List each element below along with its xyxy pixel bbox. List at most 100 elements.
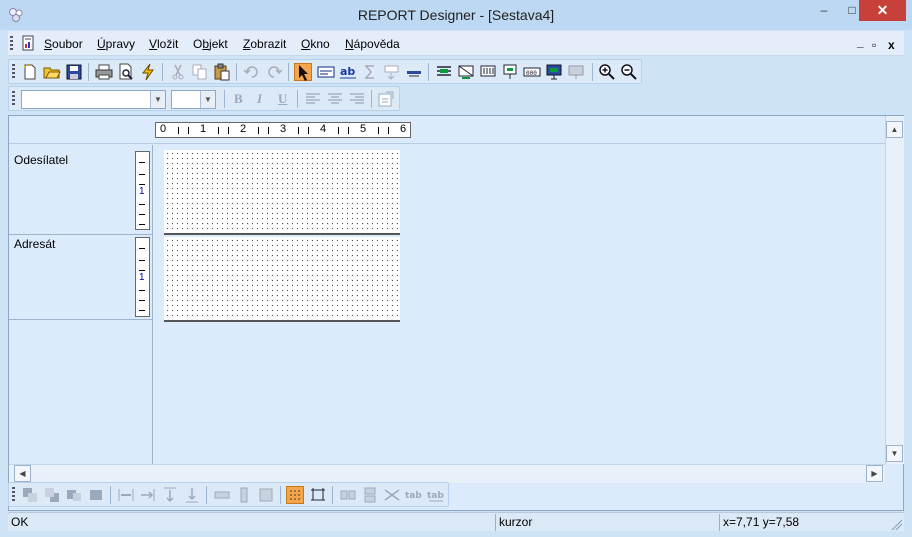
band-label: Odesílatel [14,153,69,167]
sum-icon[interactable] [361,63,379,81]
toolbar-grip[interactable] [12,64,15,80]
font-name-combo[interactable]: ▼ [21,90,166,109]
snap-icon[interactable] [309,486,327,504]
zoom-in-icon[interactable] [598,63,616,81]
band-detail-icon[interactable] [479,63,497,81]
menu-okno[interactable]: Okno [301,37,330,51]
menu-upravy[interactable]: Úpravy [97,37,135,51]
print-preview-icon[interactable] [117,63,135,81]
space-horiz-icon[interactable] [117,486,135,504]
band-canvas-adresat[interactable] [164,237,400,322]
band-footer-icon[interactable] [501,63,519,81]
toolbar-separator [88,63,89,81]
field-icon[interactable] [317,63,335,81]
horizontal-ruler: 0 1 2 3 4 5 6 [155,122,411,138]
font-size-combo[interactable]: ▼ [171,90,216,109]
underline-button[interactable]: U [278,91,287,107]
save-icon[interactable] [65,63,83,81]
align-center-icon[interactable] [326,90,344,108]
text-ab-icon[interactable]: ab [339,63,357,81]
center-vert-icon[interactable] [361,486,379,504]
size-width-icon[interactable] [213,486,231,504]
send-back-icon[interactable] [43,486,61,504]
redo-icon[interactable] [265,63,283,81]
scroll-down-button[interactable]: ▼ [886,445,903,462]
chevron-down-icon[interactable]: ▼ [150,91,165,108]
band-row-odesilatel[interactable]: Odesílatel 1 [9,145,153,235]
tab-order2-icon[interactable]: tab [427,486,445,504]
toolbar-grip[interactable] [12,91,15,107]
band-group-icon[interactable] [457,63,475,81]
resize-grip[interactable] [890,518,902,530]
close-button[interactable]: ✕ [859,0,906,21]
cut-icon[interactable] [169,63,187,81]
document-menu-icon[interactable] [20,35,36,51]
menu-napoveda[interactable]: Nápověda [345,37,400,51]
italic-button[interactable]: I [257,91,262,107]
zoom-out-icon[interactable] [620,63,638,81]
vertical-ruler: 1 [135,237,150,317]
ruler-tick [178,127,179,134]
band-summary-icon[interactable]: 000 [523,63,541,81]
undo-icon[interactable] [243,63,261,81]
band-row-adresat[interactable]: Adresát 1 [9,235,153,320]
pointer-icon[interactable] [294,63,312,81]
minimize-button[interactable]: – [810,0,838,21]
size-both-icon[interactable] [257,486,275,504]
ruler-label: 4 [320,123,327,135]
bold-button[interactable]: B [234,91,243,107]
spread-icon[interactable] [383,486,401,504]
print-icon[interactable] [95,63,113,81]
space-vert2-icon[interactable] [183,486,201,504]
align-group2-icon[interactable] [87,486,105,504]
mdi-restore-button[interactable]: ▫ [872,38,876,52]
menu-accel: Ú [97,37,106,51]
line-icon[interactable] [405,63,423,81]
mdi-minimize-button[interactable]: _ [857,35,864,49]
band-list: Odesílatel 1 Adresát 1 [9,145,153,464]
menu-objekt[interactable]: Objekt [193,37,228,51]
open-folder-icon[interactable] [43,63,61,81]
new-document-icon[interactable] [21,63,39,81]
band-end-icon[interactable] [567,63,585,81]
scroll-up-button[interactable]: ▲ [886,121,903,138]
function-icon[interactable] [383,63,401,81]
menu-vlozit[interactable]: Vložit [149,37,178,51]
vertical-scrollbar[interactable]: ▲ ▼ [885,116,904,464]
band-header-icon[interactable] [435,63,453,81]
align-left-icon[interactable] [304,90,322,108]
center-horiz-icon[interactable] [339,486,357,504]
menu-label: oubor [52,37,83,51]
copy-icon[interactable] [191,63,209,81]
paste-icon[interactable] [213,63,231,81]
bring-front-icon[interactable] [21,486,39,504]
menubar-grip[interactable] [10,36,13,52]
align-right-icon[interactable] [348,90,366,108]
design-canvas[interactable] [154,145,885,464]
scroll-right-button[interactable]: ▶ [866,465,883,482]
scroll-left-button[interactable]: ◀ [14,465,31,482]
ruler-tick [218,127,219,134]
lightning-icon[interactable] [139,63,157,81]
band-canvas-odesilatel[interactable] [164,150,400,235]
tab-order-icon[interactable]: tab [405,486,423,504]
toolbar-grip[interactable] [12,487,15,503]
align-group-icon[interactable] [65,486,83,504]
properties-icon[interactable] [377,90,395,108]
menu-soubor[interactable]: Soubor [44,37,83,51]
svg-text:tab: tab [405,491,422,501]
space-horiz2-icon[interactable] [139,486,157,504]
band-page-icon[interactable] [545,63,563,81]
chevron-down-icon[interactable]: ▼ [200,91,215,108]
status-coordinates: x=7,71 y=7,58 [719,514,889,531]
mdi-close-button[interactable]: x [888,38,895,52]
toolbar-separator [206,486,207,504]
ruler-strip: 0 1 2 3 4 5 6 [9,116,885,144]
size-height-icon[interactable] [235,486,253,504]
space-vert-icon[interactable] [161,486,179,504]
menu-zobrazit[interactable]: Zobrazit [243,37,286,51]
ruler-tick [188,127,189,134]
horizontal-scrollbar[interactable]: ◀ ▶ [9,464,885,483]
toolbar-separator [280,486,281,504]
grid-icon[interactable] [286,486,304,504]
